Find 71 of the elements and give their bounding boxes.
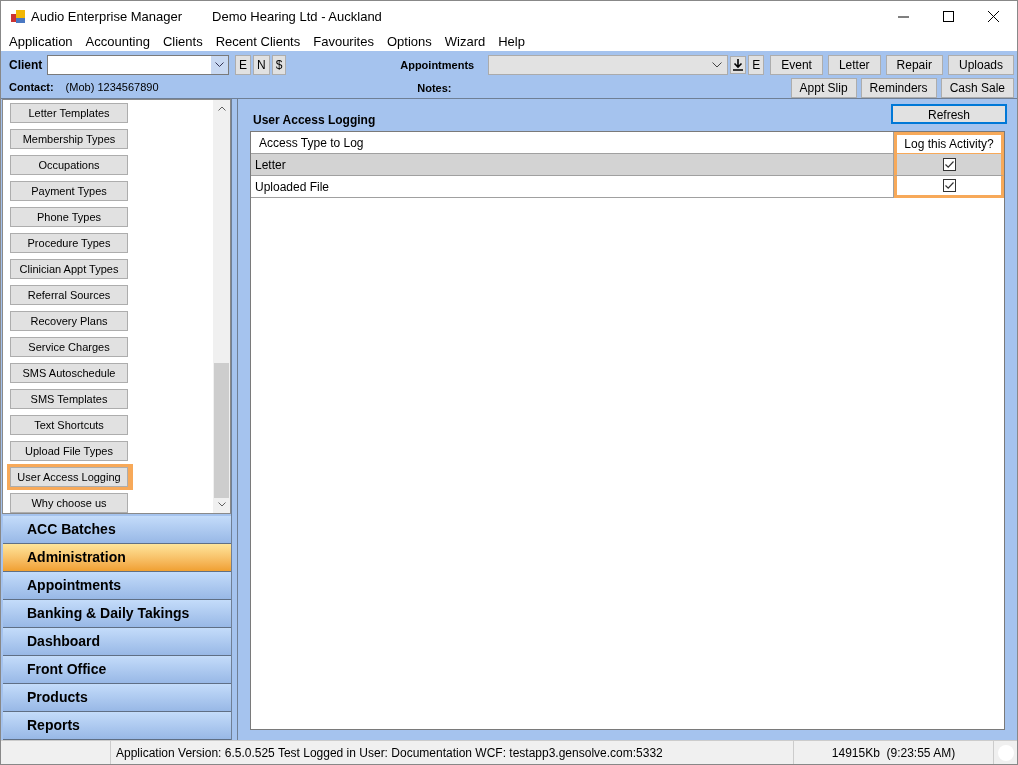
contact-value: (Mob) 1234567890 bbox=[65, 80, 159, 95]
nav-section-button[interactable]: Dashboard bbox=[3, 628, 231, 656]
admin-list-button[interactable]: Why choose us bbox=[10, 493, 128, 513]
admin-list-button[interactable]: Procedure Types bbox=[10, 233, 128, 253]
column-header[interactable]: Log this Activity? bbox=[894, 132, 1004, 154]
scrollbar[interactable] bbox=[213, 100, 230, 513]
admin-list-button[interactable]: Clinician Appt Types bbox=[10, 259, 128, 279]
chevron-down-icon bbox=[712, 62, 723, 68]
refresh-button[interactable]: Refresh bbox=[891, 104, 1007, 124]
nav-section-button[interactable]: Reports bbox=[3, 712, 231, 740]
maximize-icon[interactable] bbox=[943, 11, 954, 22]
toolbar-button[interactable]: Reminders bbox=[860, 78, 937, 98]
menu-item[interactable]: Favourites bbox=[313, 31, 374, 52]
admin-list-button[interactable]: SMS Autoschedule bbox=[10, 363, 128, 383]
contact-label: Contact: bbox=[9, 80, 54, 95]
close-icon[interactable] bbox=[988, 11, 999, 22]
menu-item[interactable]: Application bbox=[9, 31, 73, 52]
nav-section-button[interactable]: Products bbox=[3, 684, 231, 712]
status-info: Application Version: 6.5.0.525 Test Logged in User: Documentation WCF: testapp3.gensolve.com:5332 bbox=[115, 744, 663, 762]
admin-list-button[interactable]: Phone Types bbox=[10, 207, 128, 227]
admin-list-button[interactable]: Membership Types bbox=[10, 129, 128, 149]
window-title: Audio Enterprise Manager bbox=[31, 7, 183, 26]
notes-label: Notes: bbox=[417, 80, 452, 96]
admin-list-button[interactable]: Text Shortcuts bbox=[10, 415, 128, 435]
admin-list-button[interactable]: SMS Templates bbox=[10, 389, 128, 409]
client-action-button[interactable]: $ bbox=[271, 55, 287, 75]
nav-section-button[interactable]: Front Office bbox=[3, 656, 231, 684]
chevron-down-icon bbox=[215, 62, 224, 68]
scroll-up-icon[interactable] bbox=[217, 106, 226, 111]
menu-item[interactable]: Accounting bbox=[85, 31, 150, 52]
admin-list-button[interactable]: Payment Types bbox=[10, 181, 128, 201]
checkbox[interactable] bbox=[942, 158, 956, 171]
admin-list-button[interactable]: Letter Templates bbox=[10, 103, 128, 123]
admin-list-button[interactable]: Recovery Plans bbox=[10, 311, 128, 331]
admin-list-button[interactable]: Upload File Types bbox=[10, 441, 128, 461]
menu-item[interactable]: Wizard bbox=[444, 31, 486, 52]
admin-list-button[interactable]: Occupations bbox=[10, 155, 128, 175]
toolbar-button[interactable]: Cash Sale bbox=[940, 78, 1014, 98]
nav-section-button[interactable]: Administration bbox=[3, 544, 231, 572]
scroll-down-icon[interactable] bbox=[217, 502, 226, 507]
app-icon bbox=[11, 9, 25, 24]
window-subtitle: Demo Hearing Ltd - Auckland bbox=[212, 7, 382, 26]
menu-item[interactable]: Clients bbox=[162, 31, 203, 52]
download-icon bbox=[733, 59, 744, 71]
table-cell[interactable]: Uploaded File bbox=[251, 176, 894, 198]
admin-list-button[interactable]: User Access Logging bbox=[10, 467, 128, 487]
nav-section-button[interactable]: Appointments bbox=[3, 572, 231, 600]
client-action-button[interactable]: N bbox=[253, 55, 270, 75]
client-dropdown[interactable] bbox=[47, 55, 229, 75]
appointments-label: Appointments bbox=[400, 57, 476, 73]
panel-title: User Access Logging bbox=[253, 112, 376, 129]
nav-section-button[interactable]: ACC Batches bbox=[3, 516, 231, 544]
nav-section-button[interactable]: Banking & Daily Takings bbox=[3, 600, 231, 628]
appointment-action-button[interactable]: E bbox=[748, 55, 765, 75]
toolbar-button[interactable]: Uploads bbox=[947, 55, 1014, 75]
download-button[interactable] bbox=[730, 56, 747, 74]
admin-list-button[interactable]: Service Charges bbox=[10, 337, 128, 357]
toolbar-button[interactable]: Repair bbox=[885, 55, 943, 75]
menu-item[interactable]: Options bbox=[386, 31, 432, 52]
toolbar-button[interactable]: Appt Slip bbox=[790, 78, 857, 98]
client-action-button[interactable]: E bbox=[235, 55, 251, 75]
status-memory: 14915Kb (9:23:55 AM) bbox=[831, 744, 956, 762]
admin-list-button[interactable]: Referral Sources bbox=[10, 285, 128, 305]
checkbox[interactable] bbox=[942, 179, 956, 192]
toolbar-button[interactable]: Letter bbox=[827, 55, 881, 75]
table-cell[interactable]: Letter bbox=[251, 154, 894, 176]
scroll-thumb[interactable] bbox=[214, 363, 229, 498]
client-label: Client bbox=[9, 57, 43, 74]
menu-item[interactable]: Recent Clients bbox=[215, 31, 301, 52]
menu-item[interactable]: Help bbox=[498, 31, 525, 52]
toolbar-button[interactable]: Event bbox=[770, 55, 823, 75]
